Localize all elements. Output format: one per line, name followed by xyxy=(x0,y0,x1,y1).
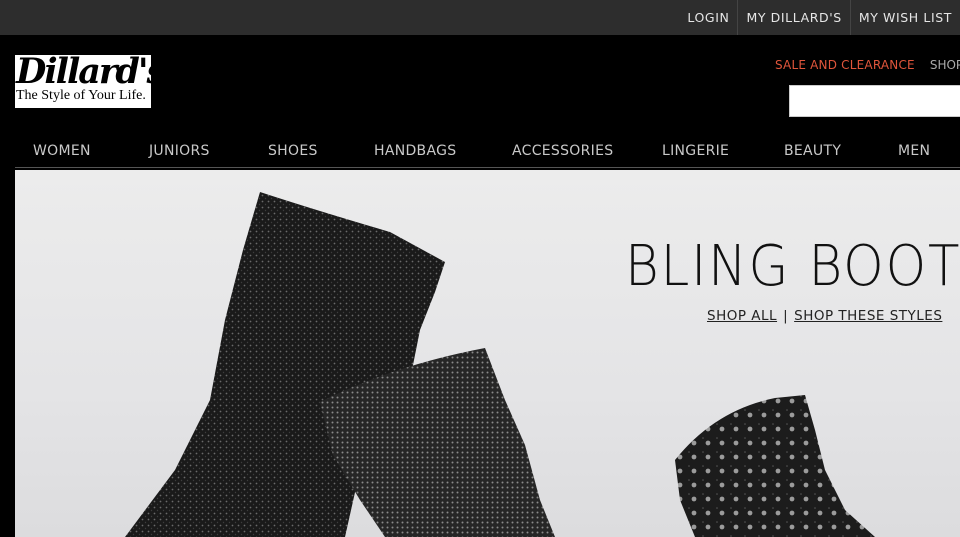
wish-list-link[interactable]: MY WISH LIST xyxy=(849,0,960,35)
site-header: Dillard's The Style of Your Life. SALE A… xyxy=(0,35,960,135)
hero-title: BLING BOOT xyxy=(625,234,960,299)
nav-item-men[interactable]: MEN xyxy=(898,143,930,159)
shop-link[interactable]: SHOP B xyxy=(930,58,960,72)
nav-item-handbags[interactable]: HANDBAGS xyxy=(374,143,456,159)
search-input[interactable] xyxy=(789,85,960,117)
utility-links: LOGIN MY DILLARD'S MY WISH LIST xyxy=(679,0,960,35)
nav-item-beauty[interactable]: BEAUTY xyxy=(784,143,841,159)
logo-tagline: The Style of Your Life. xyxy=(16,88,146,103)
nav-item-women[interactable]: WOMEN xyxy=(33,143,91,159)
nav-item-accessories[interactable]: ACCESSORIES xyxy=(512,143,613,159)
hero-banner[interactable]: BLING BOOT SHOP ALL | SHOP THESE STYLES xyxy=(15,170,960,537)
nav-item-shoes[interactable]: SHOES xyxy=(268,143,318,159)
hero-link-separator: | xyxy=(783,308,789,324)
my-dillards-link[interactable]: MY DILLARD'S xyxy=(737,0,849,35)
shop-these-styles-link[interactable]: SHOP THESE STYLES xyxy=(794,308,942,324)
sale-clearance-link[interactable]: SALE AND CLEARANCE xyxy=(775,58,915,72)
shop-all-link[interactable]: SHOP ALL xyxy=(707,308,777,324)
nav-item-lingerie[interactable]: LINGERIE xyxy=(662,143,729,159)
hero-links: SHOP ALL | SHOP THESE STYLES xyxy=(707,308,942,324)
logo-wordmark: Dillard's xyxy=(16,55,151,92)
boots-image xyxy=(125,192,875,537)
utility-bar: LOGIN MY DILLARD'S MY WISH LIST xyxy=(0,0,960,35)
dillards-logo[interactable]: Dillard's The Style of Your Life. xyxy=(15,55,151,108)
nav-item-juniors[interactable]: JUNIORS xyxy=(149,143,210,159)
main-nav: WOMEN JUNIORS SHOES HANDBAGS ACCESSORIES… xyxy=(15,135,960,168)
login-link[interactable]: LOGIN xyxy=(679,0,737,35)
header-links: SALE AND CLEARANCE SHOP B xyxy=(775,58,960,72)
